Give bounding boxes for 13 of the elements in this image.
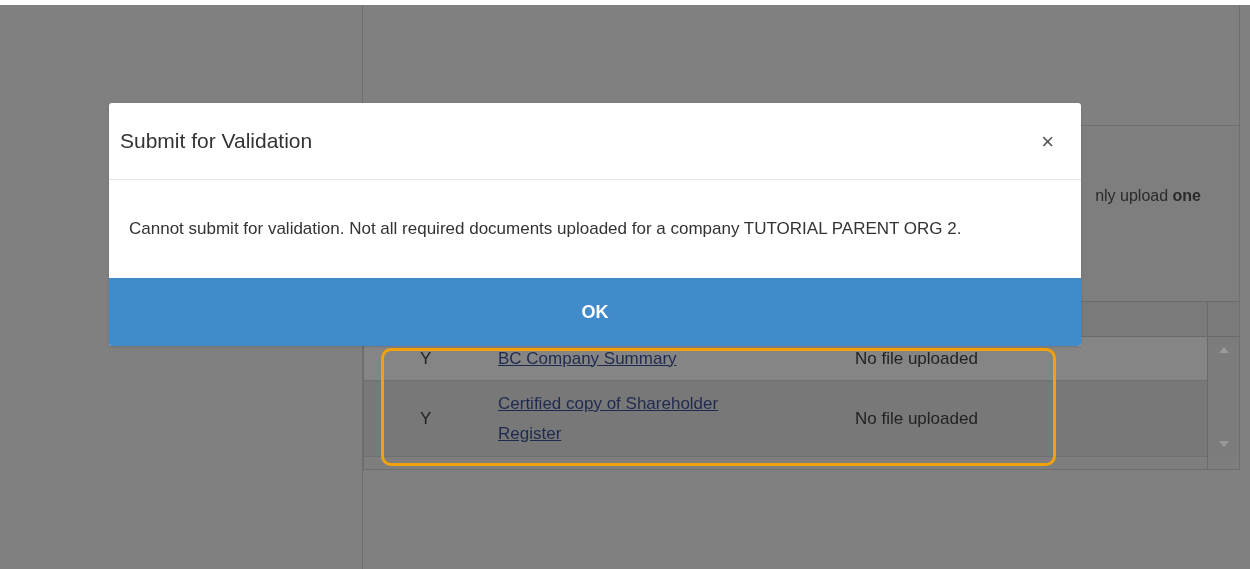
dialog-message: Cannot submit for validation. Not all required documents uploaded for a company TUTORIAL PARENT ORG 2. bbox=[129, 218, 962, 241]
document-link[interactable]: Certified copy of Shareholder Register bbox=[498, 388, 756, 449]
close-button[interactable]: × bbox=[1041, 124, 1054, 158]
document-link[interactable]: BC Company Summary bbox=[498, 343, 756, 374]
dialog-title: Submit for Validation bbox=[120, 128, 313, 155]
table-cell-text: Y bbox=[420, 407, 433, 430]
scroll-down-icon[interactable] bbox=[1218, 441, 1229, 447]
scroll-up-icon[interactable] bbox=[1218, 347, 1229, 353]
table-cell-text: No file uploaded bbox=[855, 347, 978, 370]
table-cell-text: No file uploaded bbox=[855, 407, 978, 430]
ok-button[interactable]: OK bbox=[109, 278, 1081, 346]
instruction-text: nly upload one bbox=[1095, 186, 1201, 206]
table-cell-text: Y bbox=[420, 347, 433, 370]
